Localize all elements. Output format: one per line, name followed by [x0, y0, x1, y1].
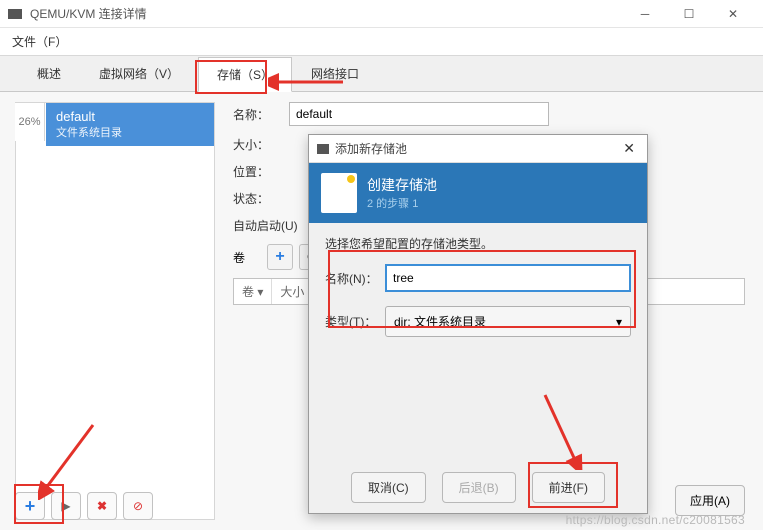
pool-name-input[interactable]: [289, 102, 549, 126]
dialog-app-icon: [317, 144, 329, 154]
tab-netinterface[interactable]: 网络接口: [292, 56, 378, 91]
tabbar: 概述 虚拟网络（V） 存储（S） 网络接口: [0, 56, 763, 92]
pool-subtitle: 文件系统目录: [56, 124, 204, 140]
label-location: 位置：: [233, 163, 289, 180]
label-size: 大小：: [233, 136, 289, 153]
label-autostart: 自动启动(U): [233, 217, 319, 234]
dialog-header: 创建存储池 2 的步骤 1: [309, 163, 647, 223]
dialog-back-button[interactable]: 后退(B): [442, 472, 516, 503]
stop-icon: ✖: [97, 499, 107, 513]
menu-file[interactable]: 文件（F）: [12, 33, 67, 50]
annotation-highlight: [195, 60, 267, 94]
dialog-header-title: 创建存储池: [367, 175, 437, 195]
col-volume[interactable]: 卷 ▾: [234, 279, 272, 304]
annotation-highlight: [528, 462, 618, 508]
stop-pool-button[interactable]: ✖: [87, 492, 117, 520]
window-title: QEMU/KVM 连接详情: [30, 5, 623, 22]
delete-icon: ⊘: [133, 499, 143, 513]
minimize-button[interactable]: ─: [623, 0, 667, 28]
menubar: 文件（F）: [0, 28, 763, 56]
apply-button[interactable]: 应用(A): [675, 485, 745, 516]
titlebar: QEMU/KVM 连接详情 ─ ☐ ✕: [0, 0, 763, 28]
label-volumes: 卷: [233, 249, 261, 266]
plus-icon: +: [275, 248, 284, 266]
dialog-title: 添加新存储池: [335, 140, 619, 157]
document-icon: [321, 173, 357, 213]
dialog-close-button[interactable]: ✕: [619, 140, 639, 157]
dialog-header-sub: 2 的步骤 1: [367, 195, 437, 211]
close-button[interactable]: ✕: [711, 0, 755, 28]
label-status: 状态：: [233, 190, 289, 207]
storage-pool-list: 26% default 文件系统目录: [15, 102, 215, 520]
add-volume-button[interactable]: +: [267, 244, 293, 270]
tab-overview[interactable]: 概述: [18, 56, 80, 91]
pool-usage-percent: 26%: [15, 103, 45, 141]
annotation-highlight: [328, 250, 636, 328]
tab-virtualnet[interactable]: 虚拟网络（V）: [80, 56, 198, 91]
maximize-button[interactable]: ☐: [667, 0, 711, 28]
pool-name: default: [56, 109, 204, 124]
dialog-titlebar: 添加新存储池 ✕: [309, 135, 647, 163]
annotation-highlight: [14, 484, 64, 524]
label-name: 名称：: [233, 106, 289, 123]
dialog-cancel-button[interactable]: 取消(C): [351, 472, 426, 503]
delete-pool-button[interactable]: ⊘: [123, 492, 153, 520]
watermark: https://blog.csdn.net/c20081563: [566, 513, 745, 527]
app-icon: [8, 9, 22, 19]
pool-row[interactable]: 26% default 文件系统目录: [16, 103, 214, 146]
